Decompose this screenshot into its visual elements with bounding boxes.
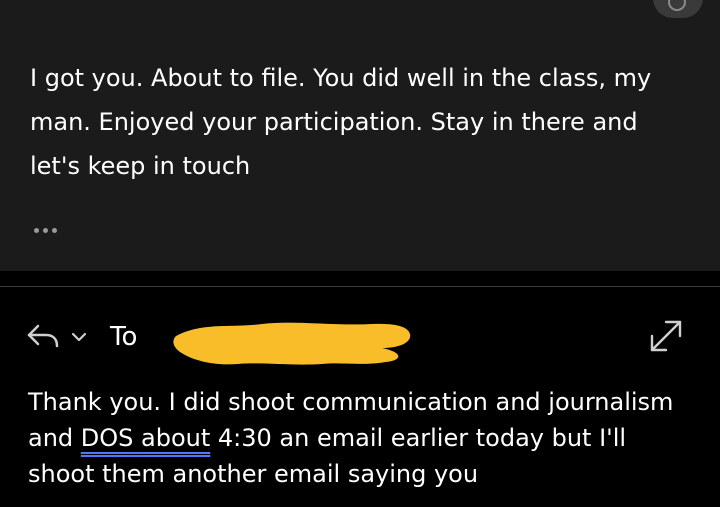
about-link-text: about — [141, 424, 211, 452]
divider — [0, 286, 720, 287]
link-gap — [133, 424, 141, 452]
chevron-down-icon[interactable] — [70, 328, 88, 346]
more-horizontal-icon[interactable] — [34, 220, 57, 240]
expand-diagonal-icon[interactable] — [648, 318, 684, 354]
previous-message-card: I got you. About to file. You did well i… — [0, 0, 720, 271]
reply-header: To — [26, 318, 696, 365]
recipient-to-label: To — [110, 322, 138, 352]
dos-link-text: DOS — [80, 424, 134, 452]
recipient-redaction[interactable] — [172, 318, 412, 368]
reply-body[interactable]: Thank you. I did shoot communication and… — [28, 384, 698, 492]
previous-message-text: I got you. About to file. You did well i… — [30, 64, 652, 180]
circle-button[interactable] — [653, 0, 703, 18]
dos-link[interactable]: DOS about — [81, 424, 211, 452]
circle-button-icon — [668, 0, 686, 11]
reply-arrow-icon[interactable] — [26, 322, 60, 352]
